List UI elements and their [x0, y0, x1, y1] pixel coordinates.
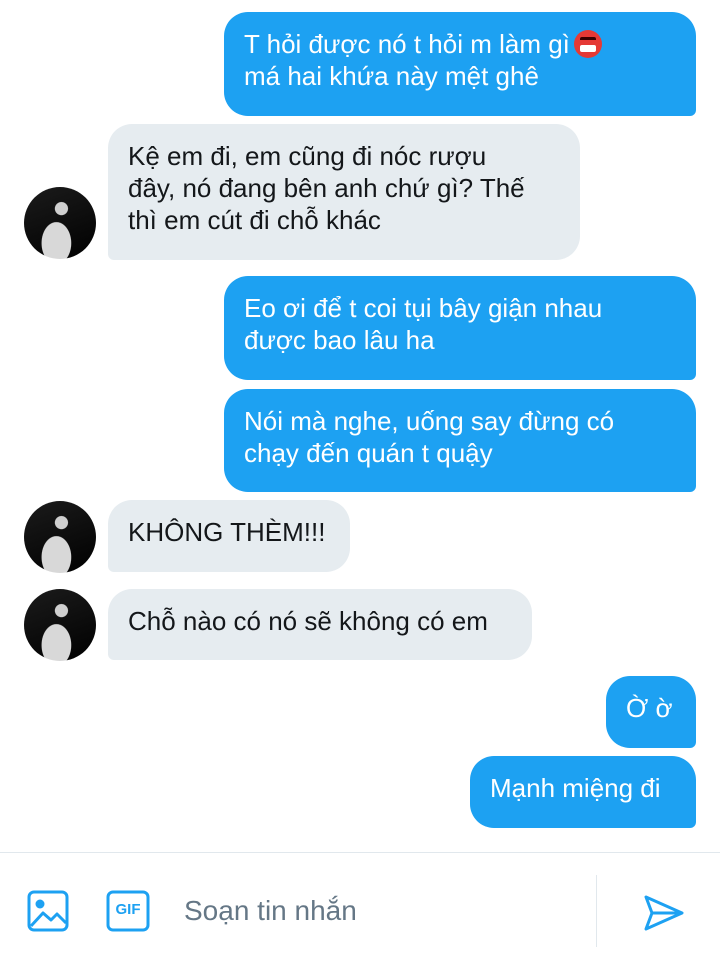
message-input[interactable]: Soạn tin nhắn [184, 895, 357, 927]
avatar[interactable] [24, 187, 96, 259]
outgoing-message[interactable]: Mạnh miệng đi [470, 756, 696, 828]
message-line: T hỏi được nó t hỏi m làm gì [244, 29, 570, 59]
outgoing-message[interactable]: Nói mà nghe, uống say đừng có chạy đến q… [224, 389, 696, 492]
outgoing-message[interactable]: Ờ ờ [606, 676, 696, 748]
gif-label: GIF [115, 901, 141, 918]
message-line: Chỗ nào có nó sẽ không có em [128, 606, 488, 636]
image-icon[interactable] [26, 889, 70, 933]
message-line: thì em cút đi chỗ khác [128, 205, 381, 235]
message-line: Nói mà nghe, uống say đừng có [244, 406, 615, 436]
message-line: được bao lâu ha [244, 325, 435, 355]
message-line: Kệ em đi, em cũng đi nóc rượu [128, 141, 487, 171]
outgoing-message[interactable]: T hỏi được nó t hỏi m làm gì má hai khứa… [224, 12, 696, 116]
message-line: chạy đến quán t quậy [244, 438, 493, 468]
incoming-message[interactable]: KHÔNG THÈM!!! [108, 500, 350, 572]
message-line: đây, nó đang bên anh chứ gì? Thế [128, 173, 525, 203]
incoming-message[interactable]: Chỗ nào có nó sẽ không có em [108, 589, 532, 660]
message-composer: GIF Soạn tin nhắn [0, 852, 720, 953]
outgoing-message[interactable]: Eo ơi để t coi tụi bây giận nhau được ba… [224, 276, 696, 380]
message-thread: T hỏi được nó t hỏi m làm gì má hai khứa… [0, 0, 720, 852]
gif-icon[interactable]: GIF [106, 890, 150, 932]
angry-face-with-symbols-icon [573, 30, 602, 58]
message-line: Mạnh miệng đi [490, 773, 661, 803]
avatar[interactable] [24, 501, 96, 573]
message-line: Eo ơi để t coi tụi bây giận nhau [244, 293, 603, 323]
message-line: KHÔNG THÈM!!! [128, 517, 326, 547]
avatar[interactable] [24, 589, 96, 661]
message-line: Ờ ờ [626, 693, 673, 723]
divider [596, 875, 597, 947]
send-icon[interactable] [642, 893, 686, 933]
message-line: má hai khứa này mệt ghê [244, 61, 539, 91]
incoming-message[interactable]: Kệ em đi, em cũng đi nóc rượu đây, nó đa… [108, 124, 580, 260]
